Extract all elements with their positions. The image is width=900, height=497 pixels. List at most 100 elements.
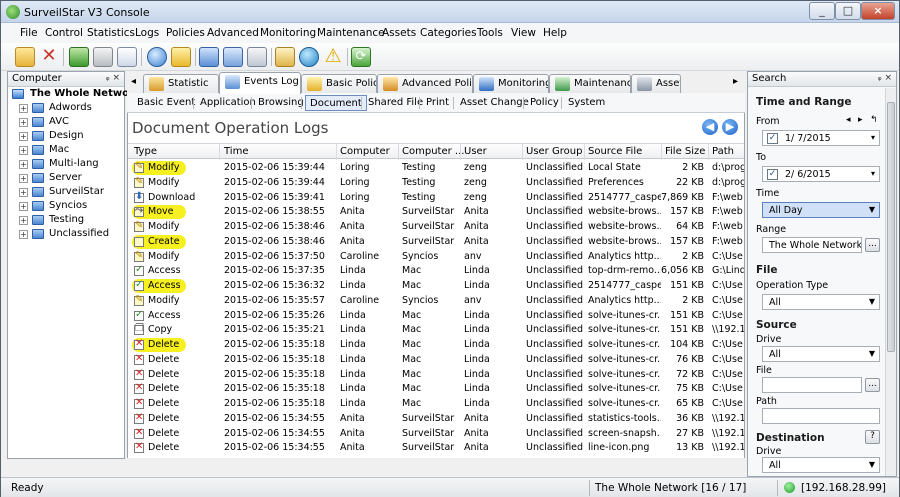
table-row[interactable]: ✕ Delete 2015-02-06 15:34:55 Anita SurveilSt… xyxy=(128,441,744,456)
menu-control[interactable]: Control xyxy=(45,27,83,39)
expand-icon[interactable]: + xyxy=(19,160,28,169)
menu-file[interactable]: File xyxy=(20,27,38,39)
date-reset-arrow[interactable]: ↰ xyxy=(870,115,878,125)
print-preview-icon[interactable] xyxy=(117,47,137,67)
table-row[interactable]: ✎ Modify 2015-02-06 15:37:50 Caroline Syncio… xyxy=(128,250,744,265)
calendar-icon[interactable]: ▾ xyxy=(871,169,875,178)
column-time[interactable]: Time xyxy=(224,146,248,157)
date-prev-arrow[interactable]: ◂ xyxy=(846,115,851,125)
search-panel-scrollbar[interactable] xyxy=(885,88,896,476)
column-file-size[interactable]: File Size xyxy=(665,146,705,157)
table-row[interactable]: ✕ Delete 2015-02-06 15:35:18 Linda Mac Linda U… xyxy=(128,338,744,353)
tab-advanced-policy[interactable]: Advanced Policy xyxy=(377,74,473,93)
subtab-print[interactable]: Print xyxy=(422,95,453,111)
menu-monitoring[interactable]: Monitoring xyxy=(260,27,316,39)
menu-logs[interactable]: Logs xyxy=(135,27,159,39)
menu-view[interactable]: View xyxy=(511,27,536,39)
subtab-basic-event[interactable]: Basic Event xyxy=(133,95,199,111)
expand-icon[interactable]: + xyxy=(19,118,28,127)
source-file-browse-button[interactable]: ... xyxy=(865,378,880,392)
table-row[interactable]: ✕ Delete 2015-02-06 15:34:55 Anita SurveilSt… xyxy=(128,412,744,427)
menu-tools[interactable]: Tools xyxy=(477,27,503,39)
tab-scroll-right[interactable]: ▸ xyxy=(733,76,738,87)
menu-categories[interactable]: Categories xyxy=(420,27,477,39)
column-source-file[interactable]: Source File xyxy=(588,146,642,157)
column-computer-group[interactable]: Computer ... xyxy=(402,146,464,157)
tab-events-log[interactable]: Events Log xyxy=(219,72,301,94)
print-icon[interactable] xyxy=(93,47,113,67)
table-row[interactable]: ✕ Delete 2015-02-06 15:35:18 Linda Mac Linda U… xyxy=(128,368,744,383)
table-row[interactable]: ✕ Delete 2015-02-06 15:35:18 Linda Mac Linda U… xyxy=(128,397,744,412)
maximize-button[interactable]: □ xyxy=(835,2,861,20)
menu-maintenance[interactable]: Maintenance xyxy=(317,27,385,39)
column-user[interactable]: User xyxy=(464,146,487,157)
calendar-icon[interactable]: ▾ xyxy=(871,133,875,142)
globe-icon[interactable] xyxy=(147,47,167,67)
time-dropdown[interactable]: All Day ▼ xyxy=(762,202,880,218)
menu-policies[interactable]: Policies xyxy=(166,27,205,39)
table-row[interactable]: ⤳ Move 2015-02-06 15:38:55 Anita SurveilStar… xyxy=(128,205,744,220)
network-icon[interactable] xyxy=(299,47,319,67)
expand-icon[interactable]: + xyxy=(19,132,28,141)
computers-icon[interactable] xyxy=(199,47,219,67)
search-panel-pin-close[interactable]: ᵩ × xyxy=(878,73,892,83)
next-page-button[interactable]: ▶ xyxy=(722,119,738,135)
help-button[interactable]: ? xyxy=(865,430,880,444)
column-type[interactable]: Type xyxy=(134,146,157,157)
table-row[interactable]: ✕ Delete 2015-02-06 15:34:55 Anita SurveilSt… xyxy=(128,427,744,442)
source-path-input[interactable] xyxy=(762,408,880,424)
expand-icon[interactable]: + xyxy=(19,104,28,113)
minimize-button[interactable]: _ xyxy=(809,2,835,20)
menu-assets[interactable]: Assets xyxy=(382,27,416,39)
operation-type-dropdown[interactable]: All ▼ xyxy=(762,294,880,310)
table-row[interactable]: ✎ Modify 2015-02-06 15:39:44 Loring Testing z… xyxy=(128,161,744,176)
destination-drive-dropdown[interactable]: All ▼ xyxy=(762,457,880,473)
tab-maintenance[interactable]: Maintenance xyxy=(549,74,631,93)
expand-icon[interactable]: + xyxy=(19,174,28,183)
column-computer[interactable]: Computer xyxy=(340,146,390,157)
computer-panel-pin-close[interactable]: ᵩ × xyxy=(106,73,120,83)
expand-icon[interactable]: + xyxy=(19,216,28,225)
source-drive-dropdown[interactable]: All ▼ xyxy=(762,346,880,362)
source-file-input[interactable] xyxy=(762,377,862,393)
table-row[interactable]: ✎ Modify 2015-02-06 15:39:44 Loring Testing z… xyxy=(128,176,744,191)
menu-advanced[interactable]: Advanced xyxy=(207,27,259,39)
tab-basic-policy[interactable]: Basic Policy xyxy=(301,74,377,93)
alert-icon[interactable]: ⚠ xyxy=(323,47,343,67)
to-date-picker[interactable]: ✓ 2/ 6/2015 ▾ xyxy=(762,166,880,182)
table-row[interactable]: ✕ Delete 2015-02-06 15:35:18 Linda Mac Linda U… xyxy=(128,353,744,368)
table-row[interactable]: ✓ Access 2015-02-06 15:35:26 Linda Mac Linda U… xyxy=(128,309,744,324)
expand-icon[interactable]: + xyxy=(19,146,28,155)
menu-statistics[interactable]: Statistics xyxy=(87,27,135,39)
subtab-policy[interactable]: Policy xyxy=(526,95,563,111)
range-field[interactable]: The Whole Network xyxy=(762,237,862,253)
table-row[interactable]: Create 2015-02-06 15:38:46 Anita SurveilSta… xyxy=(128,234,744,250)
find-computer-icon[interactable] xyxy=(223,47,243,67)
tab-monitoring[interactable]: Monitoring xyxy=(473,74,549,93)
tab-scroll-left[interactable]: ◂ xyxy=(131,76,136,87)
refresh-icon[interactable]: ⟳ xyxy=(351,47,371,67)
date-next-arrow[interactable]: ▸ xyxy=(858,115,863,125)
report-icon[interactable] xyxy=(275,47,295,67)
expand-icon[interactable]: + xyxy=(19,230,28,239)
tab-statistic[interactable]: Statistic xyxy=(143,74,219,93)
range-browse-button[interactable]: ... xyxy=(865,238,880,252)
subtab-browsing[interactable]: Browsing xyxy=(254,95,308,111)
column-user-group[interactable]: User Group xyxy=(526,146,582,157)
table-row[interactable]: ⬇ Download 2015-02-06 15:39:41 Loring Testin… xyxy=(128,191,744,206)
from-date-picker[interactable]: ✓ 1/ 7/2015 ▾ xyxy=(762,130,880,146)
table-row[interactable]: ✕ Delete 2015-02-06 15:35:18 Linda Mac Linda U… xyxy=(128,382,744,397)
expand-icon[interactable]: + xyxy=(19,188,28,197)
open-folder-icon[interactable] xyxy=(15,47,35,67)
table-row[interactable]: ✎ Modify 2015-02-06 15:35:57 Caroline Syncio… xyxy=(128,294,744,309)
table-row[interactable]: ✓ Access 2015-02-06 15:37:35 Linda Mac Linda U… xyxy=(128,264,744,279)
subtab-asset-change[interactable]: Asset Change xyxy=(456,95,533,111)
column-path[interactable]: Path xyxy=(712,146,734,157)
subtab-system[interactable]: System xyxy=(564,95,609,111)
search-panel-scroll-thumb[interactable] xyxy=(887,102,895,352)
subtab-document[interactable]: Document xyxy=(305,95,367,111)
edit-policy-icon[interactable] xyxy=(247,47,267,67)
previous-page-button[interactable]: ◀ xyxy=(702,119,718,135)
from-date-checkbox[interactable]: ✓ xyxy=(767,133,778,144)
close-button[interactable]: × xyxy=(861,2,895,20)
